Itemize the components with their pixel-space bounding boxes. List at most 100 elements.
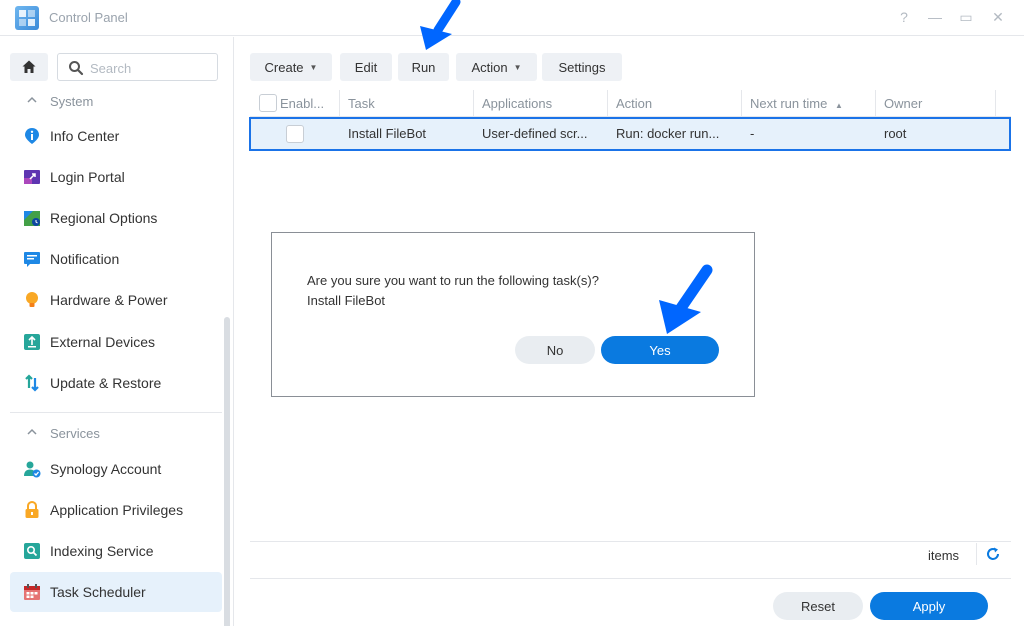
regional-options-icon: [23, 209, 41, 227]
sidebar-item-label: Task Scheduler: [50, 584, 146, 600]
footer-divider: [250, 578, 1011, 579]
cell-owner: root: [884, 126, 907, 141]
chevron-up-icon: [26, 426, 42, 441]
lock-icon: [23, 500, 41, 519]
annotation-arrow-run-icon: [420, 0, 461, 50]
sidebar-scrollbar[interactable]: [224, 317, 230, 626]
column-header-action[interactable]: Action: [608, 90, 742, 117]
help-icon[interactable]: ?: [896, 9, 912, 25]
search-input[interactable]: [90, 59, 210, 77]
sidebar-item-external-devices[interactable]: External Devices: [10, 322, 222, 362]
sidebar-item-label: Login Portal: [50, 169, 125, 185]
cell-applications: User-defined scr...: [482, 126, 588, 141]
sidebar-item-notification[interactable]: Notification: [10, 239, 222, 279]
action-button[interactable]: Action ▼: [456, 53, 537, 81]
refresh-icon[interactable]: [985, 546, 1003, 564]
section-system-label: System: [50, 93, 94, 109]
dialog-task-name: Install FileBot: [307, 293, 386, 308]
table-header: Enabl... Task Applications Action Next r…: [250, 90, 1011, 117]
window-title: Control Panel: [49, 10, 128, 25]
column-header-label: Next run time: [750, 96, 828, 111]
sidebar-divider: [10, 412, 222, 413]
home-button[interactable]: [10, 53, 48, 81]
close-icon[interactable]: ✕: [990, 9, 1006, 25]
minimize-icon[interactable]: —: [927, 9, 943, 25]
sidebar-item-label: External Devices: [50, 334, 156, 350]
column-header-next-run-time[interactable]: Next run time ▲: [742, 90, 876, 117]
column-header-applications[interactable]: Applications: [474, 90, 608, 117]
section-services-label: Services: [50, 425, 100, 441]
create-button-label: Create: [264, 59, 304, 75]
cell-action: Run: docker run...: [616, 126, 720, 141]
create-button[interactable]: Create ▼: [250, 53, 332, 81]
run-button[interactable]: Run: [398, 53, 449, 81]
reset-button[interactable]: Reset: [773, 592, 863, 620]
action-button-label: Action: [471, 59, 508, 75]
sidebar-item-info-center[interactable]: Info Center: [10, 116, 222, 156]
sidebar-item-update-restore[interactable]: Update & Restore: [10, 363, 222, 403]
notification-icon: [23, 250, 41, 268]
table-row[interactable]: Install FileBot User-defined scr... Run:…: [249, 117, 1011, 151]
section-system-header[interactable]: System: [10, 90, 222, 112]
info-icon: [23, 127, 41, 145]
column-header-task[interactable]: Task: [340, 90, 474, 117]
sidebar: System Info Center Login Portal: [0, 37, 234, 626]
calendar-icon: [23, 583, 41, 601]
dialog-message: Are you sure you want to run the followi…: [307, 273, 599, 288]
footer-separator: [976, 543, 977, 565]
sidebar-item-label: Synology Account: [50, 461, 162, 477]
caret-down-icon: ▼: [513, 62, 522, 72]
caret-down-icon: ▼: [309, 62, 318, 72]
lightbulb-icon: [23, 291, 41, 309]
table-footer-divider: [250, 541, 1011, 542]
column-header-label: Applications: [482, 96, 553, 111]
yes-button[interactable]: Yes: [601, 336, 719, 364]
items-count-label: items: [928, 548, 960, 563]
apply-button[interactable]: Apply: [870, 592, 988, 620]
sidebar-item-task-scheduler[interactable]: Task Scheduler: [10, 572, 222, 612]
annotation-arrow-yes-icon: [659, 264, 713, 334]
column-header-label: Task: [348, 96, 375, 111]
column-header-label: Enabl...: [280, 96, 325, 111]
indexing-icon: [23, 542, 41, 560]
sidebar-item-regional-options[interactable]: Regional Options: [10, 198, 222, 238]
column-header-owner[interactable]: Owner: [876, 90, 996, 117]
maximize-icon[interactable]: ▭: [958, 9, 974, 25]
cell-task: Install FileBot: [348, 126, 427, 141]
sidebar-item-label: Notification: [50, 251, 120, 267]
column-header-label: Action: [616, 96, 653, 111]
search-field[interactable]: [57, 53, 218, 81]
external-devices-icon: [23, 333, 41, 351]
settings-button-label: Settings: [558, 59, 606, 75]
sidebar-item-label: Hardware & Power: [50, 292, 168, 308]
sort-ascending-icon: ▲: [834, 101, 843, 110]
edit-button[interactable]: Edit: [340, 53, 392, 81]
sidebar-item-login-portal[interactable]: Login Portal: [10, 157, 222, 197]
cell-next-run-time: -: [750, 126, 755, 141]
select-all-checkbox[interactable]: [259, 94, 277, 112]
sidebar-item-synology-account[interactable]: Synology Account: [10, 449, 222, 489]
sidebar-item-label: Application Privileges: [50, 502, 184, 518]
account-icon: [23, 460, 41, 478]
settings-button[interactable]: Settings: [542, 53, 622, 81]
sidebar-item-application-privileges[interactable]: Application Privileges: [10, 490, 222, 530]
run-button-label: Run: [411, 59, 436, 75]
home-icon: [22, 60, 36, 73]
section-services-header[interactable]: Services: [10, 422, 222, 444]
search-icon: [69, 61, 84, 76]
edit-button-label: Edit: [354, 59, 378, 75]
sidebar-item-label: Regional Options: [50, 210, 158, 226]
column-header-enabled[interactable]: Enabl...: [250, 90, 340, 117]
sidebar-item-label: Update & Restore: [50, 375, 162, 391]
enabled-checkbox[interactable]: [286, 125, 304, 143]
sidebar-item-label: Info Center: [50, 128, 120, 144]
sidebar-item-hardware-power[interactable]: Hardware & Power: [10, 280, 222, 320]
sidebar-item-label: Indexing Service: [50, 543, 154, 559]
control-panel-app-icon: [15, 6, 39, 30]
title-bar: Control Panel ? — ▭ ✕: [0, 0, 1024, 36]
login-portal-icon: [23, 168, 41, 186]
task-table: Enabl... Task Applications Action Next r…: [249, 90, 1011, 151]
update-restore-icon: [23, 374, 41, 392]
sidebar-item-indexing-service[interactable]: Indexing Service: [10, 531, 222, 571]
no-button[interactable]: No: [515, 336, 595, 364]
